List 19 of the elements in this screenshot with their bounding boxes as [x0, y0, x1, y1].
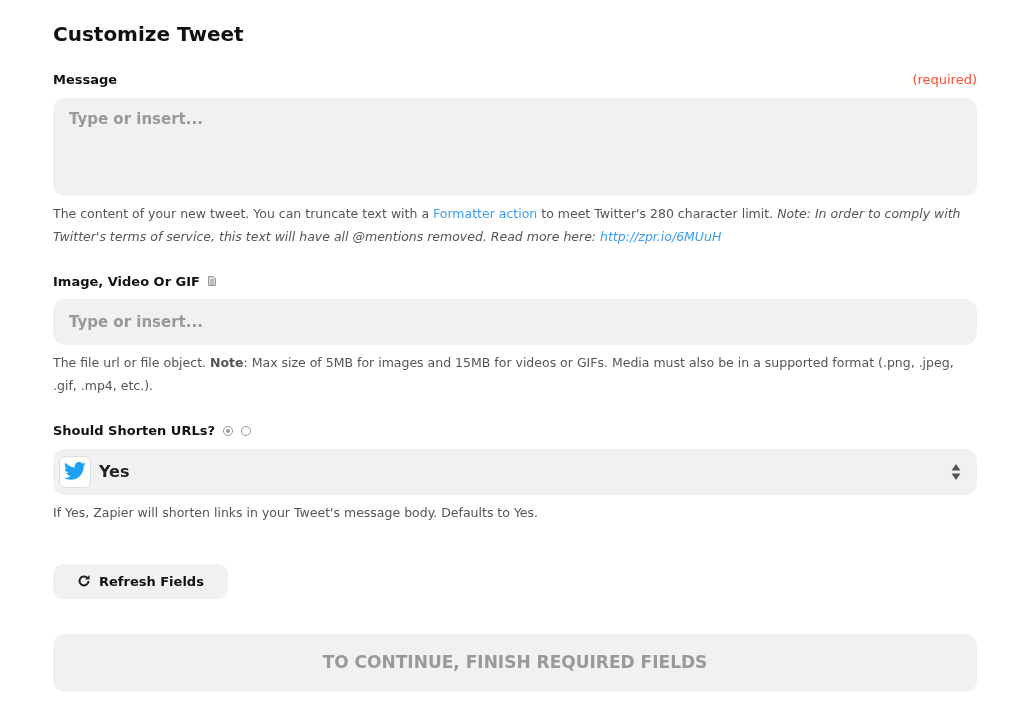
- text-link[interactable]: Formatter action: [433, 205, 538, 221]
- refresh-icon: [77, 574, 91, 589]
- page-title: Customize Tweet: [53, 22, 245, 46]
- help-text: The content of your new tweet. You can truncate text with a Formatter action to meet Twitter's 280 character limit. Note: In order to comply with Twitter's terms of service, this text will have all @mentions removed. Read more here: http://zpr.io/6MUuH: [53, 204, 962, 246]
- input-field[interactable]: Type or insert...: [53, 299, 977, 345]
- text-link[interactable]: http://zpr.io/6MUuH: [600, 228, 722, 244]
- document-icon: [208, 276, 216, 287]
- help-text: The file url or file object. Note: Max size of 5MB for images and 15MB for videos or GIFs. Media must also be in a supported format (.png, .jpeg, .gif, .mp4, etc.).: [53, 354, 955, 395]
- field-label: Image, Video Or GIF: [53, 272, 200, 291]
- field-label: Message: [53, 71, 118, 89]
- help-text: If Yes, Zapier will shorten links in your Tweet's message body. Defaults to Yes.: [53, 503, 540, 522]
- required-label: (required): [912, 71, 977, 89]
- refresh-button[interactable]: Refresh Fields: [53, 563, 228, 599]
- sort-arrows-icon: [951, 462, 961, 481]
- message-field[interactable]: Type or insert...: [53, 97, 977, 196]
- select-value: Yes: [99, 460, 130, 483]
- field-label: Should Shorten URLs?: [53, 422, 215, 440]
- select-field[interactable]: Yes: [53, 448, 977, 495]
- bird-icon: [59, 455, 91, 488]
